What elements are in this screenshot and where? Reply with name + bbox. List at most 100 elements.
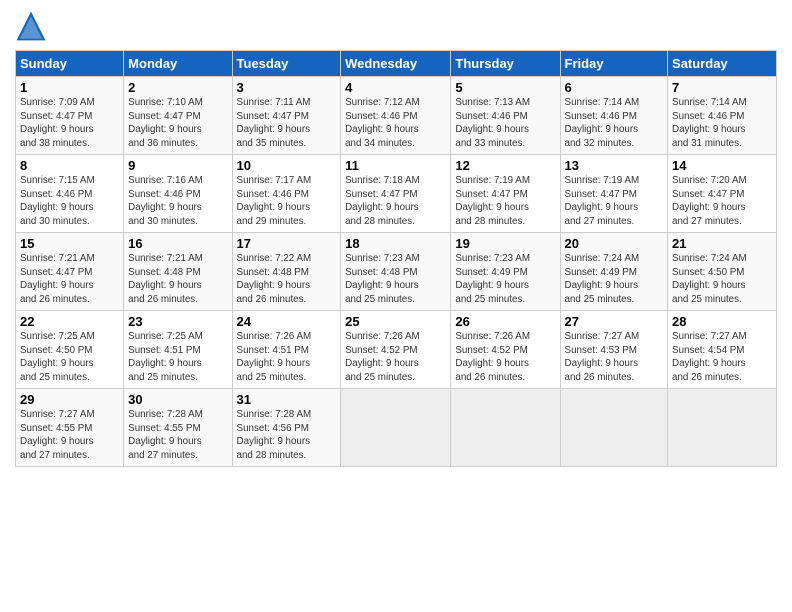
week-row-2: 8Sunrise: 7:15 AM Sunset: 4:46 PM Daylig… xyxy=(16,155,777,233)
day-number: 16 xyxy=(128,236,227,251)
day-number: 28 xyxy=(672,314,772,329)
header-cell-sunday: Sunday xyxy=(16,51,124,77)
day-cell: 6Sunrise: 7:14 AM Sunset: 4:46 PM Daylig… xyxy=(560,77,668,155)
header-cell-thursday: Thursday xyxy=(451,51,560,77)
day-info: Sunrise: 7:19 AM Sunset: 4:47 PM Dayligh… xyxy=(455,174,555,229)
day-number: 25 xyxy=(345,314,446,329)
day-cell: 11Sunrise: 7:18 AM Sunset: 4:47 PM Dayli… xyxy=(341,155,451,233)
header-cell-tuesday: Tuesday xyxy=(232,51,341,77)
day-cell: 26Sunrise: 7:26 AM Sunset: 4:52 PM Dayli… xyxy=(451,311,560,389)
header xyxy=(15,10,777,42)
day-number: 9 xyxy=(128,158,227,173)
day-info: Sunrise: 7:27 AM Sunset: 4:54 PM Dayligh… xyxy=(672,330,772,385)
day-number: 18 xyxy=(345,236,446,251)
day-number: 3 xyxy=(237,80,337,95)
day-cell xyxy=(560,389,668,467)
day-info: Sunrise: 7:11 AM Sunset: 4:47 PM Dayligh… xyxy=(237,96,337,151)
day-cell: 24Sunrise: 7:26 AM Sunset: 4:51 PM Dayli… xyxy=(232,311,341,389)
day-info: Sunrise: 7:21 AM Sunset: 4:48 PM Dayligh… xyxy=(128,252,227,307)
day-info: Sunrise: 7:27 AM Sunset: 4:53 PM Dayligh… xyxy=(565,330,664,385)
day-number: 23 xyxy=(128,314,227,329)
day-cell: 31Sunrise: 7:28 AM Sunset: 4:56 PM Dayli… xyxy=(232,389,341,467)
day-number: 21 xyxy=(672,236,772,251)
logo xyxy=(15,10,51,42)
day-cell: 25Sunrise: 7:26 AM Sunset: 4:52 PM Dayli… xyxy=(341,311,451,389)
day-number: 7 xyxy=(672,80,772,95)
day-number: 15 xyxy=(20,236,119,251)
day-info: Sunrise: 7:18 AM Sunset: 4:47 PM Dayligh… xyxy=(345,174,446,229)
day-number: 11 xyxy=(345,158,446,173)
day-cell: 9Sunrise: 7:16 AM Sunset: 4:46 PM Daylig… xyxy=(124,155,232,233)
day-info: Sunrise: 7:25 AM Sunset: 4:50 PM Dayligh… xyxy=(20,330,119,385)
day-info: Sunrise: 7:26 AM Sunset: 4:52 PM Dayligh… xyxy=(455,330,555,385)
day-number: 5 xyxy=(455,80,555,95)
calendar-table: SundayMondayTuesdayWednesdayThursdayFrid… xyxy=(15,50,777,467)
day-info: Sunrise: 7:23 AM Sunset: 4:48 PM Dayligh… xyxy=(345,252,446,307)
header-cell-saturday: Saturday xyxy=(668,51,777,77)
day-cell: 1Sunrise: 7:09 AM Sunset: 4:47 PM Daylig… xyxy=(16,77,124,155)
day-number: 13 xyxy=(565,158,664,173)
day-info: Sunrise: 7:10 AM Sunset: 4:47 PM Dayligh… xyxy=(128,96,227,151)
day-cell: 28Sunrise: 7:27 AM Sunset: 4:54 PM Dayli… xyxy=(668,311,777,389)
header-row: SundayMondayTuesdayWednesdayThursdayFrid… xyxy=(16,51,777,77)
page-container: SundayMondayTuesdayWednesdayThursdayFrid… xyxy=(0,0,792,472)
day-cell xyxy=(668,389,777,467)
day-cell: 14Sunrise: 7:20 AM Sunset: 4:47 PM Dayli… xyxy=(668,155,777,233)
day-cell: 20Sunrise: 7:24 AM Sunset: 4:49 PM Dayli… xyxy=(560,233,668,311)
day-info: Sunrise: 7:15 AM Sunset: 4:46 PM Dayligh… xyxy=(20,174,119,229)
day-info: Sunrise: 7:27 AM Sunset: 4:55 PM Dayligh… xyxy=(20,408,119,463)
day-info: Sunrise: 7:22 AM Sunset: 4:48 PM Dayligh… xyxy=(237,252,337,307)
day-info: Sunrise: 7:23 AM Sunset: 4:49 PM Dayligh… xyxy=(455,252,555,307)
day-cell: 23Sunrise: 7:25 AM Sunset: 4:51 PM Dayli… xyxy=(124,311,232,389)
day-info: Sunrise: 7:14 AM Sunset: 4:46 PM Dayligh… xyxy=(672,96,772,151)
day-cell: 5Sunrise: 7:13 AM Sunset: 4:46 PM Daylig… xyxy=(451,77,560,155)
day-number: 27 xyxy=(565,314,664,329)
day-cell xyxy=(451,389,560,467)
calendar-header: SundayMondayTuesdayWednesdayThursdayFrid… xyxy=(16,51,777,77)
day-cell xyxy=(341,389,451,467)
day-number: 6 xyxy=(565,80,664,95)
day-number: 12 xyxy=(455,158,555,173)
day-info: Sunrise: 7:13 AM Sunset: 4:46 PM Dayligh… xyxy=(455,96,555,151)
day-number: 2 xyxy=(128,80,227,95)
day-cell: 2Sunrise: 7:10 AM Sunset: 4:47 PM Daylig… xyxy=(124,77,232,155)
day-info: Sunrise: 7:17 AM Sunset: 4:46 PM Dayligh… xyxy=(237,174,337,229)
day-number: 19 xyxy=(455,236,555,251)
day-cell: 15Sunrise: 7:21 AM Sunset: 4:47 PM Dayli… xyxy=(16,233,124,311)
day-cell: 21Sunrise: 7:24 AM Sunset: 4:50 PM Dayli… xyxy=(668,233,777,311)
day-info: Sunrise: 7:24 AM Sunset: 4:50 PM Dayligh… xyxy=(672,252,772,307)
week-row-5: 29Sunrise: 7:27 AM Sunset: 4:55 PM Dayli… xyxy=(16,389,777,467)
day-number: 20 xyxy=(565,236,664,251)
day-number: 10 xyxy=(237,158,337,173)
day-number: 1 xyxy=(20,80,119,95)
day-number: 8 xyxy=(20,158,119,173)
day-info: Sunrise: 7:20 AM Sunset: 4:47 PM Dayligh… xyxy=(672,174,772,229)
day-number: 30 xyxy=(128,392,227,407)
day-cell: 13Sunrise: 7:19 AM Sunset: 4:47 PM Dayli… xyxy=(560,155,668,233)
day-info: Sunrise: 7:12 AM Sunset: 4:46 PM Dayligh… xyxy=(345,96,446,151)
day-cell: 12Sunrise: 7:19 AM Sunset: 4:47 PM Dayli… xyxy=(451,155,560,233)
day-info: Sunrise: 7:09 AM Sunset: 4:47 PM Dayligh… xyxy=(20,96,119,151)
day-cell: 22Sunrise: 7:25 AM Sunset: 4:50 PM Dayli… xyxy=(16,311,124,389)
day-cell: 3Sunrise: 7:11 AM Sunset: 4:47 PM Daylig… xyxy=(232,77,341,155)
day-cell: 29Sunrise: 7:27 AM Sunset: 4:55 PM Dayli… xyxy=(16,389,124,467)
day-number: 29 xyxy=(20,392,119,407)
header-cell-friday: Friday xyxy=(560,51,668,77)
header-cell-wednesday: Wednesday xyxy=(341,51,451,77)
header-cell-monday: Monday xyxy=(124,51,232,77)
week-row-1: 1Sunrise: 7:09 AM Sunset: 4:47 PM Daylig… xyxy=(16,77,777,155)
week-row-4: 22Sunrise: 7:25 AM Sunset: 4:50 PM Dayli… xyxy=(16,311,777,389)
day-number: 26 xyxy=(455,314,555,329)
day-cell: 7Sunrise: 7:14 AM Sunset: 4:46 PM Daylig… xyxy=(668,77,777,155)
day-number: 17 xyxy=(237,236,337,251)
day-info: Sunrise: 7:21 AM Sunset: 4:47 PM Dayligh… xyxy=(20,252,119,307)
day-cell: 19Sunrise: 7:23 AM Sunset: 4:49 PM Dayli… xyxy=(451,233,560,311)
day-cell: 8Sunrise: 7:15 AM Sunset: 4:46 PM Daylig… xyxy=(16,155,124,233)
calendar-body: 1Sunrise: 7:09 AM Sunset: 4:47 PM Daylig… xyxy=(16,77,777,467)
day-info: Sunrise: 7:28 AM Sunset: 4:56 PM Dayligh… xyxy=(237,408,337,463)
day-info: Sunrise: 7:24 AM Sunset: 4:49 PM Dayligh… xyxy=(565,252,664,307)
day-cell: 17Sunrise: 7:22 AM Sunset: 4:48 PM Dayli… xyxy=(232,233,341,311)
day-number: 4 xyxy=(345,80,446,95)
day-info: Sunrise: 7:26 AM Sunset: 4:52 PM Dayligh… xyxy=(345,330,446,385)
day-info: Sunrise: 7:14 AM Sunset: 4:46 PM Dayligh… xyxy=(565,96,664,151)
